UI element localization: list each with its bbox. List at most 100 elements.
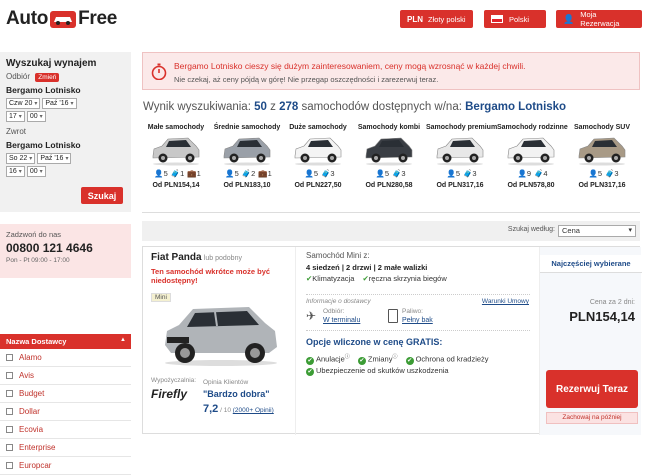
included-row-2: ✔ Ubezpieczenie od skutków uszkodzenia	[306, 366, 449, 376]
provider-label: Dollar	[19, 407, 40, 416]
language-button[interactable]: Polski	[484, 10, 546, 28]
rating-row: 7,2 / 10 (2000+ Opinii)	[203, 403, 274, 415]
price-label: Cena za 2 dni:	[589, 299, 635, 306]
stopwatch-icon	[151, 63, 167, 80]
info-icon[interactable]: ⓘ	[392, 354, 397, 360]
provider-filter-item[interactable]: Enterprise	[0, 439, 131, 457]
change-button[interactable]: Zmień	[35, 73, 60, 82]
category-car-image	[365, 137, 413, 166]
luggage-icon: 🧳	[605, 169, 615, 178]
checkbox[interactable]	[6, 390, 13, 397]
pickup-info-value[interactable]: W terminalu	[323, 317, 360, 324]
return-minute-select[interactable]: 00	[26, 166, 46, 177]
category-price: Od PLN317,16	[436, 182, 484, 189]
return-time-row: 1600	[6, 166, 125, 177]
checkbox[interactable]	[6, 462, 13, 469]
category-tile[interactable]: Duże samochody 👤5 🧳3 Od PLN227,50	[284, 121, 352, 213]
save-for-later-button[interactable]: Zachowaj na później	[546, 412, 638, 424]
airplane-icon: ✈	[306, 309, 317, 323]
pickup-hour-select[interactable]: 17	[6, 111, 25, 122]
results-prefix: Wynik wyszukiwania:	[143, 101, 251, 113]
bags-big-count: 2	[251, 169, 256, 178]
category-price: Od PLN317,16	[578, 182, 626, 189]
category-tile[interactable]: Średnie samochody 👤5 🧳2 💼1 Od PLN183,10	[213, 121, 281, 213]
user-icon: 👤	[563, 13, 575, 24]
included-changes: Zmiany	[367, 354, 393, 364]
divider	[306, 330, 530, 331]
sort-select[interactable]: Cena	[558, 225, 636, 237]
checkbox[interactable]	[6, 354, 13, 361]
demand-alert: Bergamo Lotnisko cieszy się dużym zainte…	[142, 52, 640, 90]
category-capacity: 👤5 🧳3	[426, 169, 494, 178]
pickup-row: Odbiór Zmień	[6, 72, 125, 82]
return-day-select[interactable]: So 22	[6, 153, 36, 164]
car-name: Fiat Panda	[151, 252, 202, 263]
provider-filter-item[interactable]: Avis	[0, 367, 131, 385]
contact-label: Zadzwoń do nas	[6, 230, 62, 239]
person-icon: 👤	[588, 169, 598, 178]
seats-count: 5	[313, 169, 318, 178]
supplier-info-label: Informacje o dostawcy	[306, 298, 371, 305]
sort-label: Szukaj według:	[507, 226, 555, 233]
fuel-value[interactable]: Pełny bak	[402, 317, 433, 324]
check-circle-icon: ✔	[405, 356, 414, 365]
category-tile[interactable]: Samochody rodzinne 👤9 🧳4 Od PLN578,80	[497, 121, 568, 213]
my-booking-button[interactable]: 👤 Moja Rezerwacja	[556, 10, 642, 28]
features-row: ✔Klimatyzacja ✔ręczna skrzynia biegów	[306, 274, 529, 283]
category-tile[interactable]: Samochody premium 👤5 🧳3 Od PLN317,16	[426, 121, 497, 213]
rating-count-link[interactable]: (2000+ Opinii)	[233, 407, 274, 414]
bags-big-count: 3	[401, 169, 406, 178]
checkbox[interactable]	[6, 372, 13, 379]
luggage-icon: 🧳	[463, 169, 473, 178]
checkbox[interactable]	[6, 426, 13, 433]
car-or-similar: lub podobny	[203, 255, 242, 262]
provider-filter-item[interactable]: Alamo	[0, 349, 131, 367]
pickup-day-select[interactable]: Czw 20	[6, 98, 41, 109]
pickup-month-select[interactable]: Paź '16	[42, 98, 77, 109]
bags-big-count: 3	[330, 169, 335, 178]
person-icon: 👤	[304, 169, 314, 178]
search-title: Wyszukaj wynajem	[6, 58, 97, 69]
provider-filter-header[interactable]: Nazwa Dostawcy	[0, 334, 131, 349]
category-car-image	[294, 137, 342, 166]
language-label: Polski	[509, 14, 530, 24]
bags-small-count: 1	[267, 169, 272, 178]
currency-button[interactable]: PLN Złoty polski	[400, 10, 473, 28]
return-month-select[interactable]: Paź '16	[37, 153, 72, 164]
return-location: Bergamo Lotnisko	[6, 140, 81, 150]
contact-phone[interactable]: 00800 121 4646	[6, 241, 125, 255]
checkbox[interactable]	[6, 408, 13, 415]
small-bag-icon: 💼	[258, 169, 268, 178]
offer-details-panel: Samochód Mini z: 4 siedzeń | 2 drzwi | 2…	[295, 247, 539, 435]
category-tile[interactable]: Samochody SUV 👤5 🧳3 Od PLN317,16	[568, 121, 636, 213]
logo-text-left: Auto	[6, 8, 49, 29]
pickup-label: Odbiór	[6, 72, 31, 81]
popular-badge: Najczęściej wybierane	[540, 255, 642, 273]
category-tile[interactable]: Samochody kombi 👤5 🧳3 Od PLN280,58	[355, 121, 423, 213]
category-capacity: 👤5 🧳2 💼1	[213, 169, 281, 178]
checkbox[interactable]	[6, 444, 13, 451]
price-value: PLN154,14	[569, 309, 635, 324]
rental-terms-link[interactable]: Warunki Umowy	[482, 298, 529, 305]
category-tile[interactable]: Małe samochody 👤5 🧳1 💼1 Od PLN154,14	[142, 121, 210, 213]
provider-filter-item[interactable]: Dollar	[0, 403, 131, 421]
logo[interactable]: Auto Free	[6, 8, 117, 30]
seats-count: 5	[384, 169, 389, 178]
results-total-count: 278	[279, 101, 299, 113]
logo-text-right: Free	[78, 8, 117, 29]
return-hour-select[interactable]: 16	[6, 166, 25, 177]
person-icon: 👤	[446, 169, 456, 178]
book-now-button[interactable]: Rezerwuj Teraz	[546, 370, 638, 408]
provider-filter-item[interactable]: Budget	[0, 385, 131, 403]
currency-code: PLN	[407, 14, 423, 24]
provider-label: Avis	[19, 371, 34, 380]
provider-filter-item[interactable]: Europcar	[0, 457, 131, 475]
small-bag-icon: 💼	[187, 169, 197, 178]
pickup-minute-select[interactable]: 00	[26, 111, 46, 122]
provider-filter-item[interactable]: Ecovia	[0, 421, 131, 439]
search-button[interactable]: Szukaj	[81, 187, 123, 204]
person-icon: 👤	[517, 169, 527, 178]
bags-small-count: 1	[196, 169, 201, 178]
info-icon[interactable]: ⓘ	[345, 354, 350, 360]
car-logo-icon	[50, 10, 77, 28]
